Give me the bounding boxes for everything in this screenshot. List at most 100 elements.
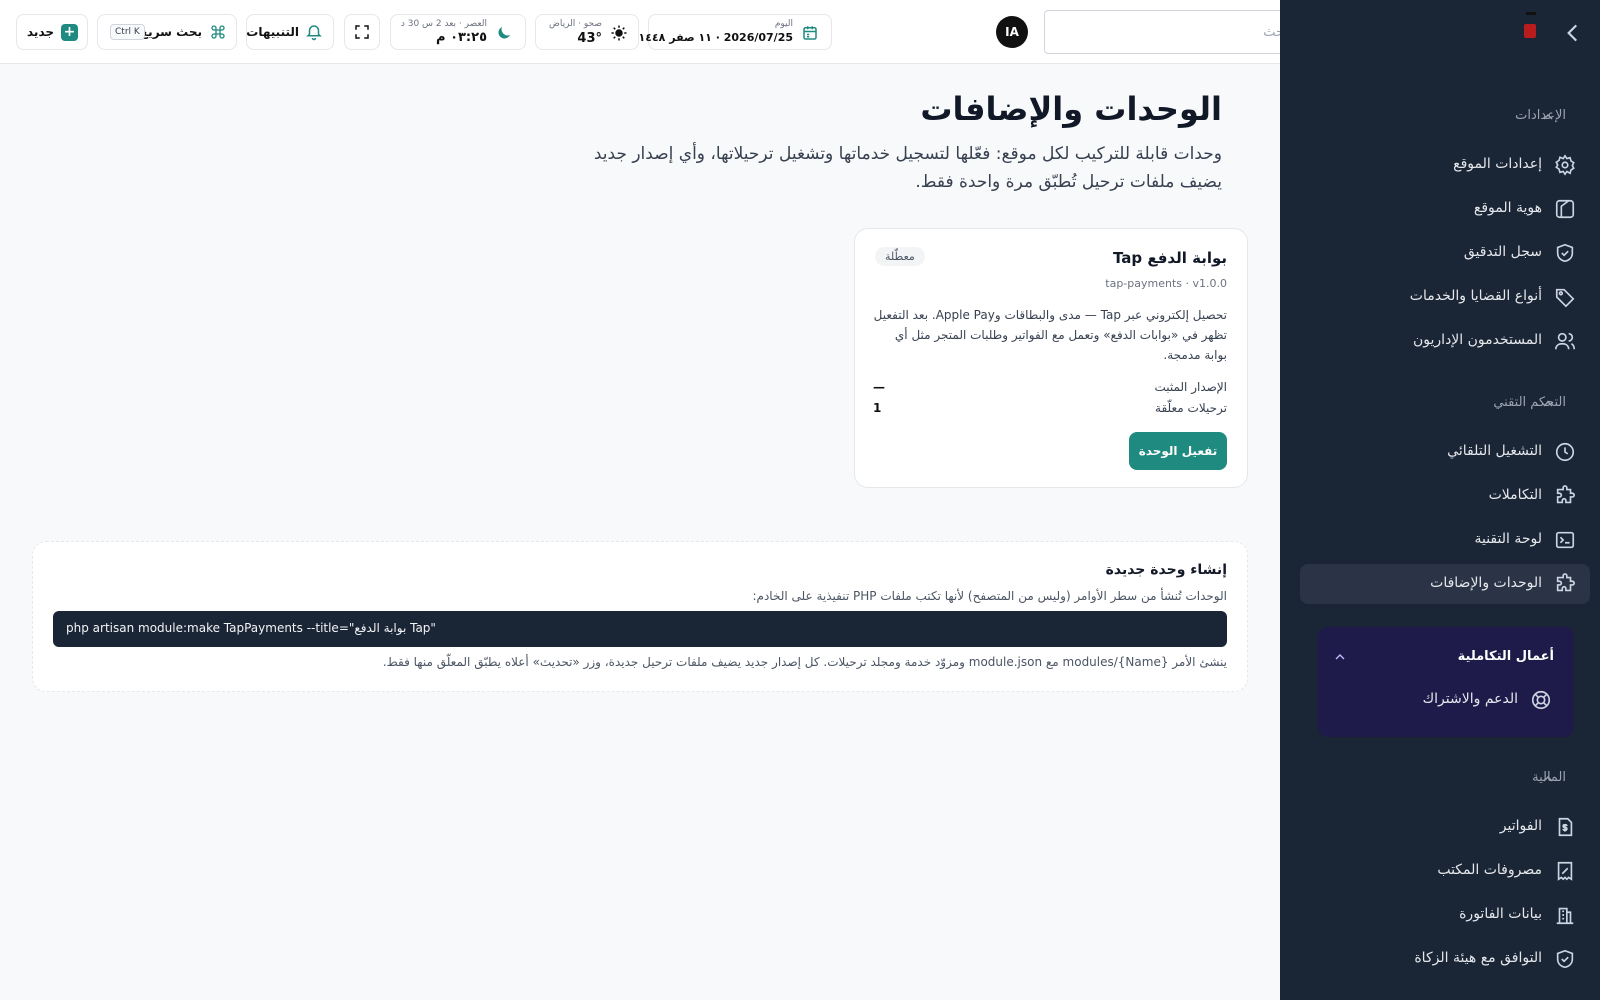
create-module-description: الوحدات تُنشأ من سطر الأوامر (وليس من ال… [752,589,1227,603]
module-title: بوابة الدفع Tap [1112,249,1227,267]
date-label: اليوم [774,19,793,29]
pending-migrations-value: 1 [873,401,882,415]
page-title: الوحدات والإضافات [920,90,1222,128]
new-label: جديد [27,25,55,39]
sidebar-item-label: الوحدات والإضافات [1430,575,1542,591]
shield-check-icon [1554,242,1576,264]
chevron-up-icon [1540,396,1556,412]
module-card: بوابة الدفع Tap معطّلة tap-payments · v1… [854,228,1248,488]
weather-label: صحو · الرياض [548,19,602,29]
sidebar-item-label: الدعم والاشتراك [1422,691,1518,707]
notifications-label: التنبيهات [246,25,299,39]
sidebar-item-zakat-compliance[interactable]: التوافق مع هيئة الزكاة [1300,939,1590,979]
sidebar-item-label: التشغيل التلقائي [1447,443,1542,459]
search-input[interactable] [1088,21,1288,43]
sidebar-item-label: الفواتير [1499,818,1542,834]
installed-version-label: الإصدار المثبت [1154,380,1227,394]
sidebar-item-site-settings[interactable]: إعدادات الموقع [1300,145,1590,185]
tag-icon [1554,286,1576,308]
pending-migrations-label: ترحيلات معلّقة [1155,401,1227,415]
sidebar-item-label: التكاملات [1488,487,1542,503]
sidebar-item-invoice-data[interactable]: بيانات الفاتورة [1300,895,1590,935]
sidebar-item-case-types[interactable]: أنواع القضايا والخدمات [1300,277,1590,317]
chevron-left-icon[interactable] [1560,20,1586,46]
clock-icon [1554,441,1576,463]
shortcut-badge: Ctrl K [110,24,145,40]
status-badge: معطّلة [875,247,925,266]
command-text: php artisan module:make TapPayments --ti… [66,621,436,635]
sidebar-item-label: أنواع القضايا والخدمات [1409,288,1542,304]
prayer-widget: العصر · بعد 2 س 30 د ٠٣:٢٥ م [390,14,526,50]
sidebar-item-modules[interactable]: الوحدات والإضافات [1300,564,1590,604]
prayer-label: العصر · بعد 2 س 30 د [400,19,487,29]
lifebuoy-icon [1530,689,1552,711]
avatar[interactable]: IA [996,16,1028,48]
moon-icon [495,24,513,42]
sidebar-top [1280,0,1600,64]
sidebar-item-label: المستخدمون الإداريون [1413,332,1542,348]
sidebar-item-admin-users[interactable]: المستخدمون الإداريون [1300,321,1590,361]
weather-value: 43° [577,31,602,46]
installed-version-row: الإصدار المثبت — [873,380,1227,400]
sidebar-section-settings[interactable]: الإعدادات [1280,97,1600,137]
sun-icon [610,24,628,42]
chevron-up-icon [1540,109,1556,125]
installed-version-value: — [873,380,885,394]
activate-module-button[interactable]: تفعيل الوحدة [1129,432,1227,470]
command-block[interactable]: php artisan module:make TapPayments --ti… [53,611,1227,647]
new-button[interactable]: + جديد [16,14,88,50]
module-description: تحصيل إلكتروني عبر Tap — مدى والبطاقات و… [873,308,1227,362]
invoice-icon [1554,816,1576,838]
sidebar-section-tech-control[interactable]: التحكم التقني [1280,384,1600,424]
page-subtitle: وحدات قابلة للتركيب لكل موقع: فعّلها لتس… [593,144,1222,192]
chevron-up-icon[interactable] [1332,649,1348,665]
puzzle-icon [1554,573,1576,595]
sidebar-item-tech-panel[interactable]: لوحة التقنية [1300,520,1590,560]
sidebar: الإعدادات إعدادات الموقع هوية الموقع سجل… [1280,0,1600,1000]
create-module-title: إنشاء وحدة جديدة [1105,562,1227,578]
puzzle-icon [1554,485,1576,507]
sidebar-item-site-identity[interactable]: هوية الموقع [1300,189,1590,229]
pending-migrations-row: ترحيلات معلّقة 1 [873,401,1227,421]
module-meta: tap-payments · v1.0.0 [1105,277,1227,290]
sidebar-item-label: هوية الموقع [1473,200,1542,216]
top-header: IA اليوم 2026/07/25 · ١١ صفر ١٤٤٨ هـ صحو… [0,0,1327,64]
gear-icon [1554,154,1576,176]
sidebar-item-automation[interactable]: التشغيل التلقائي [1300,432,1590,472]
fullscreen-button[interactable] [344,14,380,50]
weather-widget: صحو · الرياض 43° [535,14,639,50]
date-value: 2026/07/25 · ١١ صفر ١٤٤٨ هـ [623,31,793,44]
sidebar-item-label: إعدادات الموقع [1453,156,1542,172]
users-icon [1554,330,1576,352]
sidebar-item-label: بيانات الفاتورة [1459,906,1542,922]
create-module-panel: إنشاء وحدة جديدة الوحدات تُنشأ من سطر ال… [32,541,1248,692]
section-title: أعمال التكاملية [1457,649,1554,664]
logo [1524,12,1536,38]
sidebar-item-label: التوافق مع هيئة الزكاة [1414,950,1542,966]
prayer-value: ٠٣:٢٥ م [436,30,487,45]
sidebar-section-takamul: أعمال التكاملية الدعم والاشتراك [1318,627,1574,737]
building-icon [1554,904,1576,926]
notifications-button[interactable]: التنبيهات [246,14,334,50]
create-module-note: ينشئ الأمر modules/{Name} مع module.json… [382,655,1227,669]
expand-icon [353,23,371,41]
receipt-icon [1554,860,1576,882]
quick-search-button[interactable]: بحث سريع Ctrl K [97,14,237,50]
command-icon [210,24,226,40]
shield-check-icon [1554,948,1576,970]
sidebar-item-label: سجل التدقيق [1463,244,1542,260]
plus-icon: + [61,24,78,41]
sidebar-item-invoices[interactable]: الفواتير [1300,807,1590,847]
quick-search-label: بحث سريع [139,25,202,39]
bell-icon [305,23,323,41]
chevron-up-icon [1540,771,1556,787]
sidebar-section-finance[interactable]: المالية [1280,759,1600,799]
sidebar-item-office-expenses[interactable]: مصروفات المكتب [1300,851,1590,891]
calendar-icon [801,24,819,42]
sidebar-item-support[interactable]: الدعم والاشتراك [1326,680,1566,720]
terminal-icon [1554,529,1576,551]
sidebar-item-label: مصروفات المكتب [1437,862,1542,878]
sidebar-item-label: لوحة التقنية [1474,531,1542,547]
sidebar-item-integrations[interactable]: التكاملات [1300,476,1590,516]
sidebar-item-audit-log[interactable]: سجل التدقيق [1300,233,1590,273]
